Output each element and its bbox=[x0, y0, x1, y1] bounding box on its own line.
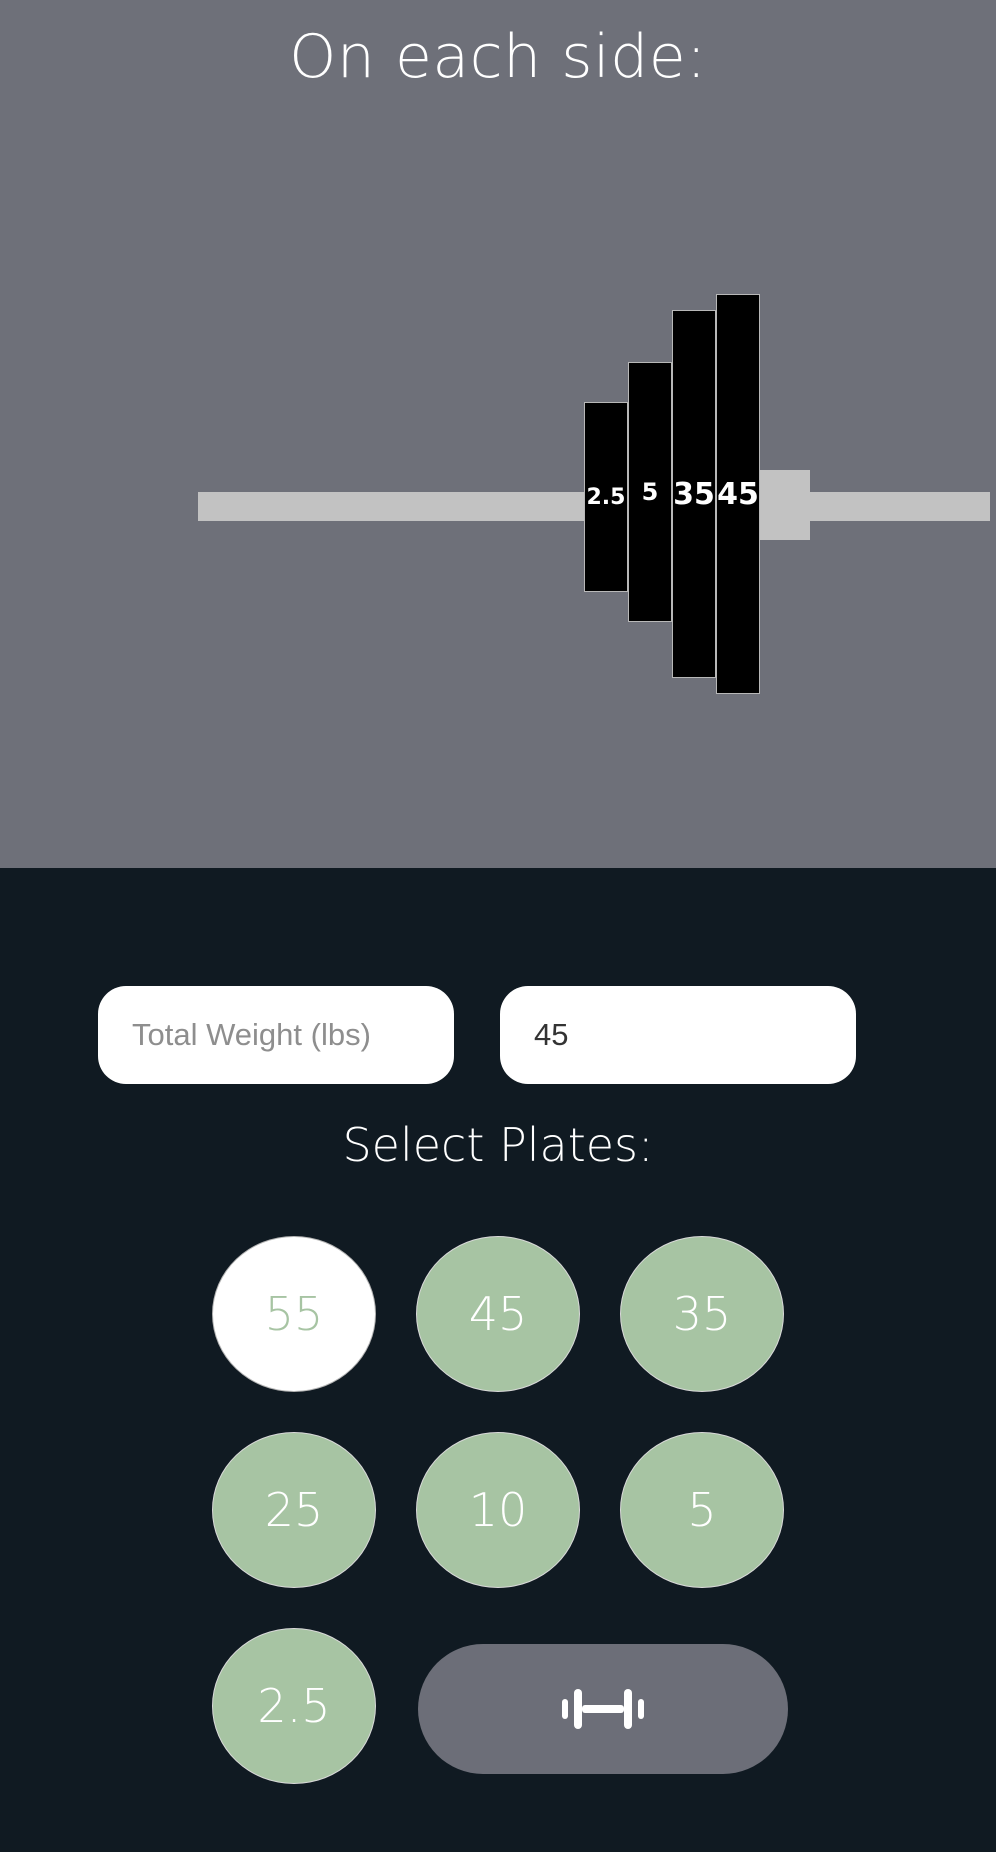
plate-chip-label: 5 bbox=[687, 1483, 717, 1537]
plate-chip-label: 2.5 bbox=[257, 1679, 331, 1733]
plate-chip-label: 25 bbox=[264, 1483, 324, 1537]
plate-chip-label: 55 bbox=[264, 1287, 324, 1341]
barbell-plate-2-5: 2.5 bbox=[584, 402, 628, 592]
select-plates-title: Select Plates: bbox=[342, 1118, 654, 1172]
total-weight-field[interactable] bbox=[98, 986, 454, 1084]
barbell-visual-panel: On each side: 2.5 5 35 45 bbox=[0, 0, 996, 868]
barbell-plate-45: 45 bbox=[716, 294, 760, 694]
barbell-plate-label: 35 bbox=[673, 476, 715, 512]
barbell-plate-label: 2.5 bbox=[586, 484, 626, 510]
plate-chip-label: 45 bbox=[468, 1287, 528, 1341]
page-title: On each side: bbox=[289, 22, 707, 92]
plate-chip-45[interactable]: 45 bbox=[416, 1236, 580, 1392]
barbell-plate-5: 5 bbox=[628, 362, 672, 622]
total-weight-input[interactable] bbox=[132, 1017, 420, 1053]
bar-weight-input[interactable] bbox=[534, 1017, 822, 1053]
plate-chip-label: 10 bbox=[468, 1483, 528, 1537]
calculate-button[interactable] bbox=[418, 1644, 788, 1774]
plate-chip-2-5[interactable]: 2.5 bbox=[212, 1628, 376, 1784]
plate-chip-10[interactable]: 10 bbox=[416, 1432, 580, 1588]
plate-chip-25[interactable]: 25 bbox=[212, 1432, 376, 1588]
barbell-shaft bbox=[198, 492, 584, 521]
barbell-collar bbox=[760, 470, 810, 540]
barbell-sleeve bbox=[808, 492, 990, 521]
barbell-icon bbox=[562, 1689, 644, 1729]
barbell-plate-label: 45 bbox=[717, 476, 759, 512]
plate-chip-label: 35 bbox=[672, 1287, 732, 1341]
barbell-plate-label: 5 bbox=[641, 478, 659, 506]
barbell-plate-35: 35 bbox=[672, 310, 716, 678]
plate-chip-35[interactable]: 35 bbox=[620, 1236, 784, 1392]
bar-weight-field[interactable] bbox=[500, 986, 856, 1084]
plate-chip-55[interactable]: 55 bbox=[212, 1236, 376, 1392]
plate-chip-5[interactable]: 5 bbox=[620, 1432, 784, 1588]
